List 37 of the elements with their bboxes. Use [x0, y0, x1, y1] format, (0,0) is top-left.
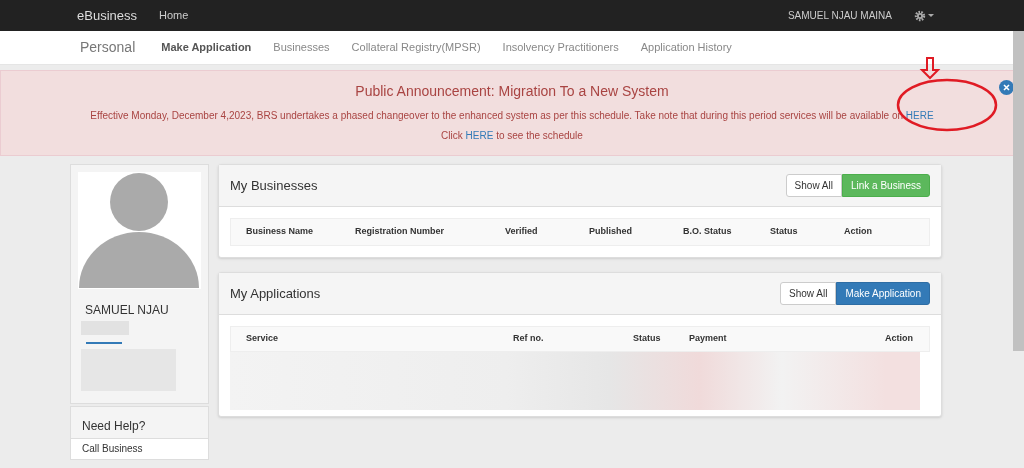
- column-header: Status: [633, 332, 662, 346]
- column-header: Registration Number: [355, 225, 445, 239]
- here-link[interactable]: HERE: [905, 110, 934, 121]
- column-header: Verified: [505, 225, 539, 239]
- section-title: Personal: [80, 38, 136, 57]
- nav-tab[interactable]: Collateral Registry(MPSR): [351, 39, 481, 56]
- panel-title: My Businesses: [230, 176, 318, 195]
- column-header: Payment: [689, 332, 728, 346]
- nav-tab[interactable]: Application History: [640, 39, 732, 56]
- show-all-button[interactable]: Show All: [785, 174, 842, 197]
- close-icon: [1003, 84, 1010, 91]
- settings-menu[interactable]: [914, 9, 934, 22]
- panel-title: My Applications: [230, 284, 321, 303]
- action-button[interactable]: Make Application: [836, 282, 930, 305]
- progress-underline: [86, 342, 122, 344]
- column-header: Status: [770, 225, 799, 239]
- column-header: Action: [884, 332, 914, 346]
- nav-tab[interactable]: Businesses: [273, 39, 330, 56]
- announcement-text: Click HERE to see the schedule: [441, 129, 583, 143]
- caret-icon: [928, 13, 934, 18]
- brand-link[interactable]: eBusiness: [77, 5, 137, 26]
- announcement-title: Public Announcement: Migration To a New System: [355, 82, 669, 101]
- nav-tab[interactable]: Insolvency Practitioners: [502, 39, 619, 56]
- here-link[interactable]: HERE: [465, 130, 494, 141]
- column-header: Ref no.: [513, 332, 545, 346]
- column-header: Action: [844, 225, 873, 239]
- user-name[interactable]: SAMUEL NJAU MAINA: [787, 8, 892, 23]
- show-all-button[interactable]: Show All: [780, 282, 837, 305]
- settings-icon: [914, 9, 926, 22]
- column-header: Published: [589, 225, 633, 239]
- action-button[interactable]: Link a Business: [841, 174, 930, 197]
- nav-tab[interactable]: Make Application: [161, 39, 252, 56]
- nav-link[interactable]: Home: [159, 7, 189, 24]
- profile-name: SAMUEL NJAU: [85, 302, 170, 319]
- column-header: Business Name: [245, 225, 315, 239]
- column-header: Service: [245, 332, 280, 346]
- column-header: B.O. Status: [683, 225, 733, 239]
